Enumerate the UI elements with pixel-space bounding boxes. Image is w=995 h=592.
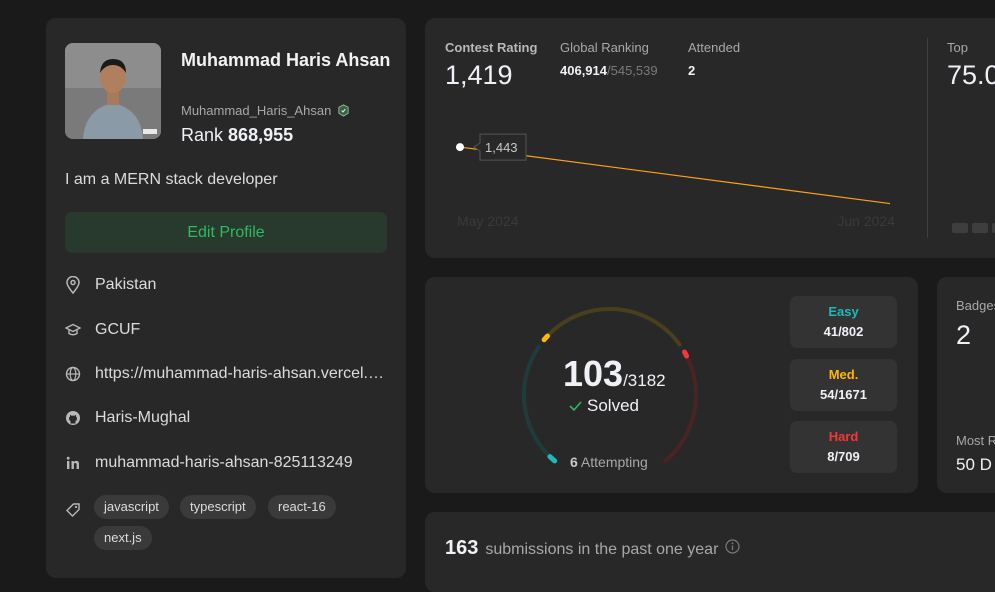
rating-line-chart[interactable]: 1,443 May 2024 Jun 2024	[425, 98, 925, 238]
website-link[interactable]: https://muhammad-haris-ahsan.vercel.app	[95, 365, 387, 383]
easy-label: Easy	[828, 304, 859, 319]
solved-count: 103 /3182	[563, 353, 673, 395]
solved-status: Solved	[569, 396, 639, 416]
solved-total: /3182	[623, 371, 666, 390]
percentile-bar	[952, 223, 968, 233]
hard-progress-arc	[682, 349, 690, 359]
edit-profile-button[interactable]: Edit Profile	[65, 212, 387, 253]
medium-progress-arc	[541, 333, 550, 343]
school-row: GCUF	[65, 321, 387, 339]
location-row: Pakistan	[65, 276, 387, 294]
top-label: Top	[947, 40, 968, 55]
verified-badge-icon	[338, 104, 349, 117]
profile-card: Muhammad Haris Ahsan Muhammad_Haris_Ahsa…	[46, 18, 406, 578]
graduation-cap-icon	[65, 323, 81, 336]
hard-label: Hard	[828, 429, 859, 444]
linkedin-link[interactable]: muhammad-haris-ahsan-825113249	[95, 454, 353, 472]
global-ranking-value: 406,914/545,539	[560, 63, 658, 78]
username: Muhammad_Haris_Ahsan	[181, 103, 350, 118]
attended-value: 2	[688, 63, 696, 78]
top-value: 75.0	[947, 60, 995, 90]
badges-label: Badges	[956, 298, 995, 313]
medium-track	[542, 306, 682, 347]
attended-label: Attended	[688, 40, 741, 55]
submissions-text: submissions in the past one year	[485, 541, 719, 558]
linkedin-row[interactable]: muhammad-haris-ahsan-825113249	[65, 454, 387, 472]
tag-icon	[66, 503, 80, 517]
medium-stat[interactable]: Med. 54/1671	[790, 359, 897, 411]
most-recent-value: 50 D	[956, 455, 992, 474]
global-total: /545,539	[607, 63, 658, 78]
skill-tag[interactable]: javascript	[94, 495, 169, 519]
medium-value: 54/1671	[820, 387, 867, 402]
solved-problems-card: 103 /3182 Solved 6 Attempting Easy 41/80…	[425, 277, 918, 493]
location-text: Pakistan	[95, 276, 157, 293]
avatar[interactable]	[65, 43, 161, 139]
submissions-summary: 163 submissions in the past one year	[445, 537, 740, 560]
badges-count: 2	[956, 320, 972, 350]
contest-rating-label: Contest Rating	[445, 40, 538, 55]
attempting-count: 6	[570, 454, 578, 470]
skill-tag[interactable]: react-16	[268, 495, 336, 519]
profile-name: Muhammad Haris Ahsan	[181, 50, 391, 70]
contest-rating-card: Contest Rating 1,419 Global Ranking 406,…	[425, 18, 995, 258]
username-text: Muhammad_Haris_Ahsan	[181, 103, 332, 118]
global-rank: 406,914	[560, 63, 607, 78]
percentile-bar	[972, 223, 988, 233]
easy-track	[521, 344, 557, 463]
x-tick-start: May 2024	[457, 213, 519, 229]
check-icon	[569, 401, 582, 412]
rating-data-point[interactable]	[456, 143, 464, 152]
attempting: 6 Attempting	[570, 454, 648, 470]
easy-value: 41/802	[823, 324, 864, 339]
rank-label: Rank	[181, 125, 224, 145]
divider	[927, 38, 928, 238]
skill-tag[interactable]: next.js	[94, 526, 152, 550]
solved-label: Solved	[587, 396, 639, 415]
hard-value: 8/709	[827, 449, 860, 464]
x-tick-end: Jun 2024	[837, 213, 895, 229]
bio: I am a MERN stack developer	[65, 171, 278, 188]
github-icon	[66, 411, 80, 425]
rank-value: 868,955	[228, 125, 294, 145]
easy-stat[interactable]: Easy 41/802	[790, 296, 897, 348]
github-link[interactable]: Haris-Mughal	[95, 409, 190, 427]
linkedin-icon	[66, 456, 79, 469]
contest-rating-value: 1,419	[445, 60, 513, 90]
rating-tooltip: 1,443	[473, 133, 527, 161]
rating-tooltip-value: 1,443	[485, 140, 518, 155]
easy-progress-arc	[547, 454, 558, 464]
website-row[interactable]: https://muhammad-haris-ahsan.vercel.app	[65, 365, 387, 383]
badges-card: Badges 2 Most R 50 D	[937, 277, 995, 493]
global-ranking-label: Global Ranking	[560, 40, 649, 55]
most-recent-label: Most R	[956, 433, 995, 448]
globe-icon	[65, 366, 81, 382]
solved-count-value: 103	[563, 353, 624, 394]
school-text: GCUF	[95, 321, 141, 338]
location-pin-icon	[66, 276, 80, 294]
submissions-count: 163	[445, 537, 479, 559]
attempting-label: Attempting	[580, 454, 648, 470]
rank: Rank 868,955	[181, 125, 293, 146]
submissions-card: 163 submissions in the past one year	[425, 512, 995, 592]
hard-stat[interactable]: Hard 8/709	[790, 421, 897, 473]
skill-tag[interactable]: typescript	[180, 495, 256, 519]
medium-label: Med.	[828, 367, 859, 382]
github-row[interactable]: Haris-Mughal	[65, 409, 387, 427]
